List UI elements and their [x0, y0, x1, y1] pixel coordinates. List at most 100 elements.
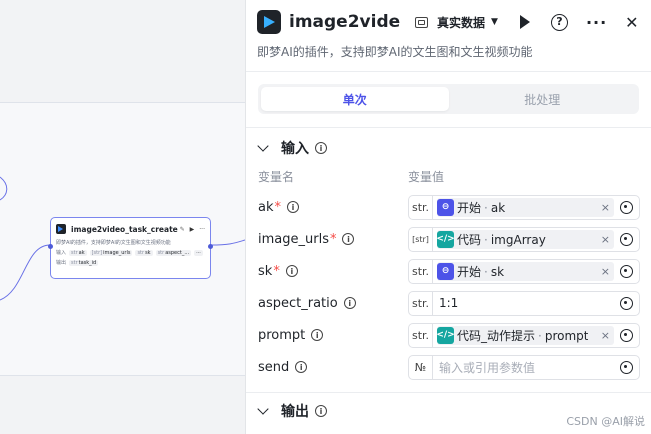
- info-icon[interactable]: i: [311, 329, 324, 341]
- param-value-input[interactable]: 输入或引用参数值: [439, 359, 614, 376]
- run-icon[interactable]: [519, 15, 530, 29]
- param-name: sk * i: [258, 264, 408, 279]
- param-value-field[interactable]: str. ⊖ 开始 · ak ×: [408, 194, 640, 220]
- code-node-icon: </>: [436, 230, 455, 248]
- more-icon[interactable]: ···: [586, 13, 607, 32]
- panel-header: image2vide··· 真实数据 ▼ ? ··· ✕ 即梦AI的插件，支持即…: [246, 0, 651, 72]
- reference-picker-icon[interactable]: [620, 328, 633, 342]
- edge-out-node: [210, 239, 245, 246]
- code-node-icon: </>: [436, 326, 455, 344]
- param-name: image_urls * i: [258, 232, 408, 247]
- param-value-input[interactable]: 1:1: [439, 296, 614, 310]
- param-value-field[interactable]: str. 1:1: [408, 290, 640, 316]
- node-input-chip: strsk: [135, 249, 153, 256]
- node-more-icon[interactable]: ···: [199, 226, 205, 233]
- variable-reference[interactable]: ⊖ 开始 · sk ×: [437, 261, 614, 281]
- param-value-field[interactable]: № 输入或引用参数值: [408, 354, 640, 380]
- chevron-down-icon[interactable]: [257, 140, 269, 152]
- node-input-chip: strak: [69, 249, 87, 256]
- param-name: aspect_ratio i: [258, 296, 408, 311]
- param-row-image-urls: image_urls * i [str] </> 代码 · imgArray ×: [246, 223, 651, 255]
- node-title: image2video_task_create: [71, 224, 178, 234]
- start-node-icon: ⊖: [437, 262, 454, 280]
- node-description: 即梦AI的插件，支持即梦AI的文生图和文生视频功能: [56, 240, 171, 246]
- info-icon[interactable]: i: [287, 201, 299, 213]
- info-icon[interactable]: i: [342, 233, 355, 245]
- param-value-field[interactable]: str. </> 代码_动作提示 · prompt ×: [408, 322, 640, 348]
- variable-reference[interactable]: </> 代码_动作提示 · prompt ×: [436, 325, 614, 345]
- param-row-ak: ak * i str. ⊖ 开始 · ak ×: [246, 191, 651, 223]
- divider: [246, 392, 651, 393]
- node-output-chip: strtask_id: [69, 259, 99, 266]
- input-section-title: 输入: [281, 141, 309, 157]
- clear-icon[interactable]: ×: [597, 201, 610, 214]
- tab-batch[interactable]: 批处理: [449, 87, 637, 111]
- param-row-aspect-ratio: aspect_ratio i str. 1:1: [246, 287, 651, 319]
- reference-picker-icon[interactable]: [620, 264, 633, 278]
- reference-picker-icon[interactable]: [620, 296, 633, 310]
- caret-down-icon[interactable]: ▼: [491, 17, 498, 27]
- clear-icon[interactable]: ×: [597, 329, 610, 342]
- info-icon[interactable]: i: [295, 361, 308, 373]
- reference-picker-icon[interactable]: [620, 232, 633, 246]
- node-output-label: 输出: [56, 260, 67, 266]
- param-value-field[interactable]: str. ⊖ 开始 · sk ×: [408, 258, 640, 284]
- data-mode-icon: [415, 16, 428, 28]
- edge-into-node: [0, 244, 51, 301]
- variable-reference[interactable]: </> 代码 · imgArray ×: [436, 229, 614, 249]
- node-outputs-row: 输出 strtask_id: [56, 259, 205, 266]
- type-tag[interactable]: str.: [409, 323, 433, 347]
- output-section-title: 输出: [281, 404, 309, 420]
- workflow-canvas[interactable]: image2video_task_create ✎ ▶ ··· 即梦AI的插件，…: [0, 0, 245, 434]
- jimeng-logo-icon: [56, 224, 66, 234]
- input-section-header[interactable]: 输入 i: [246, 128, 651, 168]
- panel-description: 即梦AI的插件，支持即梦AI的文生图和文生视频功能: [257, 45, 533, 59]
- node-input-more: ···: [194, 249, 203, 256]
- data-mode-dropdown[interactable]: 真实数据: [415, 14, 485, 31]
- node-output-port[interactable]: [208, 244, 213, 249]
- param-name: send i: [258, 360, 408, 375]
- node-config-panel: image2vide··· 真实数据 ▼ ? ··· ✕ 即梦AI的插件，支持即…: [245, 0, 651, 434]
- param-row-sk: sk * i str. ⊖ 开始 · sk ×: [246, 255, 651, 287]
- clear-icon[interactable]: ×: [597, 265, 610, 278]
- type-tag[interactable]: str.: [409, 291, 433, 315]
- info-icon[interactable]: i: [285, 265, 298, 277]
- node-input-chip: straspect_...: [155, 249, 192, 256]
- type-tag[interactable]: №: [409, 355, 433, 379]
- node-input-port[interactable]: [48, 244, 53, 249]
- type-tag[interactable]: str.: [409, 259, 433, 283]
- node-inputs-row: 输入 strak [str]image_urls strsk straspect…: [56, 249, 205, 256]
- tab-single[interactable]: 单次: [261, 87, 449, 111]
- node-input-label: 输入: [56, 250, 67, 256]
- variable-reference[interactable]: ⊖ 开始 · ak ×: [437, 197, 614, 217]
- info-icon[interactable]: i: [315, 142, 327, 154]
- start-node-icon: ⊖: [437, 198, 454, 216]
- workflow-node-image2video[interactable]: image2video_task_create ✎ ▶ ··· 即梦AI的插件，…: [48, 217, 213, 279]
- jimeng-logo-icon: [257, 10, 281, 34]
- param-value-field[interactable]: [str] </> 代码 · imgArray ×: [408, 226, 640, 252]
- param-name: ak * i: [258, 200, 408, 215]
- reference-picker-icon[interactable]: [620, 360, 633, 374]
- reference-picker-icon[interactable]: [620, 200, 633, 214]
- help-icon[interactable]: ?: [550, 13, 568, 31]
- edit-icon[interactable]: ✎: [180, 226, 185, 233]
- node-run-icon[interactable]: ▶: [190, 226, 195, 233]
- close-icon[interactable]: ✕: [625, 13, 638, 32]
- clear-icon[interactable]: ×: [597, 233, 610, 246]
- edge-top-left: [0, 176, 8, 201]
- run-mode-tabs: 单次 批处理: [258, 84, 639, 114]
- type-tag[interactable]: str.: [409, 195, 433, 219]
- info-icon[interactable]: i: [315, 405, 327, 417]
- chevron-down-icon[interactable]: [257, 403, 269, 415]
- param-column-headers: 变量名 变量值: [246, 168, 651, 184]
- col-header-name: 变量名: [258, 170, 295, 184]
- type-tag[interactable]: [str]: [409, 227, 433, 251]
- node-input-chip: [str]image_urls: [89, 249, 133, 256]
- param-row-send: send i № 输入或引用参数值: [246, 351, 651, 383]
- panel-title[interactable]: image2vide···: [289, 12, 401, 32]
- data-mode-label: 真实数据: [437, 15, 486, 30]
- param-row-prompt: prompt i str. </> 代码_动作提示 · prompt ×: [246, 319, 651, 351]
- watermark: CSDN @AI解说: [566, 415, 645, 428]
- info-icon[interactable]: i: [343, 297, 356, 309]
- col-header-value: 变量值: [408, 170, 445, 184]
